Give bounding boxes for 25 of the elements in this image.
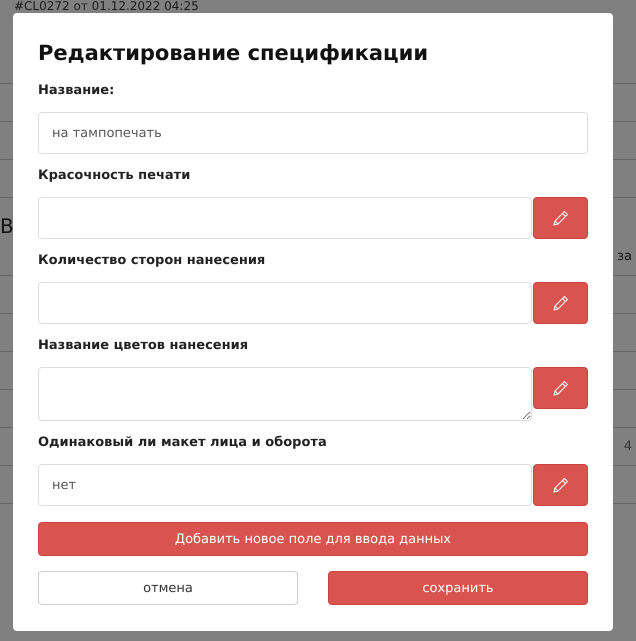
pencil-icon [552,379,570,397]
edit-button[interactable] [533,282,588,324]
pencil-icon [552,209,570,227]
cancel-button[interactable]: отмена [38,571,298,605]
save-button[interactable]: сохранить [328,571,588,605]
input-field[interactable] [38,282,532,324]
field-label: Название цветов нанесения [38,338,250,353]
input-field[interactable]: нет [38,464,532,506]
input-field[interactable] [38,197,532,239]
edit-button[interactable] [533,464,588,506]
pencil-icon [552,476,570,494]
column-header: за [617,249,632,264]
page-heading: #CL0272 от 01.12.2022 04:25 [13,0,200,13]
dialog-title: Редактирование спецификации [38,41,430,65]
field-label: Одинаковый ли макет лица и оборота [38,435,328,450]
field-label: Красочность печати [38,168,192,183]
edit-button[interactable] [533,197,588,239]
pencil-icon [552,294,570,312]
edit-button[interactable] [533,367,588,409]
table-cell: 4 [624,439,632,454]
field-label: Количество сторон нанесения [38,253,266,268]
field-label: Название: [38,83,116,98]
add-field-button[interactable]: Добавить новое поле для ввода данных [38,522,588,556]
section-heading: В [0,214,14,238]
input-field[interactable]: на тампопечать [38,112,588,154]
